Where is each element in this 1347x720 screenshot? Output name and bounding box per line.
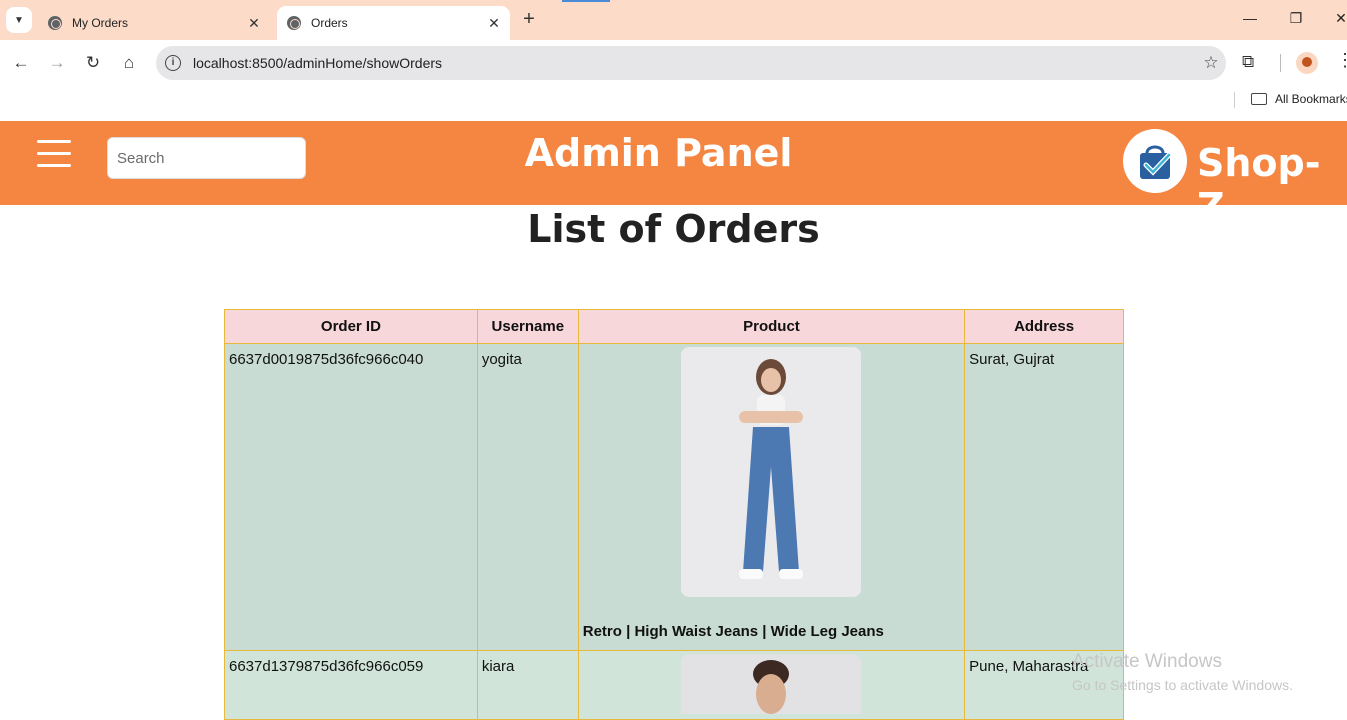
tab-progress-indicator — [562, 0, 610, 2]
chevron-down-icon: ▼ — [14, 14, 24, 26]
table-header-row: Order ID Username Product Address — [224, 309, 1124, 344]
url-text[interactable]: localhost:8500/adminHome/showOrders — [193, 55, 1196, 71]
product-image — [681, 347, 862, 597]
reload-icon[interactable]: ↻ — [81, 52, 105, 74]
page-title: List of Orders — [527, 207, 820, 251]
close-window-icon[interactable]: ✕ — [1331, 10, 1347, 27]
close-icon[interactable]: ✕ — [244, 15, 264, 32]
product-cell — [577, 650, 966, 720]
toolbar-divider — [1280, 54, 1281, 72]
table-row: 6637d0019875d36fc966c040 yogita Retro | … — [224, 343, 1124, 651]
tab-orders[interactable]: Orders ✕ — [277, 6, 510, 40]
extensions-icon[interactable]: ⧉ — [1242, 52, 1254, 72]
profile-avatar[interactable] — [1296, 52, 1318, 74]
back-icon[interactable]: ← — [9, 52, 33, 74]
restore-icon[interactable]: ❐ — [1286, 10, 1306, 27]
bookmarks-divider — [1234, 92, 1235, 108]
forward-icon[interactable]: → — [45, 52, 69, 74]
column-header-order-id: Order ID — [224, 309, 478, 344]
new-tab-button[interactable]: + — [518, 8, 540, 32]
activation-watermark-text: Go to Settings to activate Windows. — [1072, 677, 1293, 693]
username-cell: yogita — [476, 343, 579, 651]
activation-watermark-title: Activate Windows — [1072, 651, 1222, 672]
site-info-icon[interactable]: i — [165, 55, 181, 71]
bookmark-star-icon[interactable]: ☆ — [1196, 53, 1226, 73]
column-header-address: Address — [964, 309, 1124, 344]
globe-icon — [287, 16, 301, 30]
header-title: Admin Panel — [524, 131, 793, 175]
minimize-icon[interactable]: — — [1240, 10, 1260, 26]
tab-label: My Orders — [72, 16, 129, 30]
column-header-username: Username — [476, 309, 579, 344]
globe-icon — [48, 16, 62, 30]
folder-icon — [1251, 93, 1267, 105]
bookmarks-bar — [0, 86, 1347, 116]
tab-my-orders[interactable]: My Orders ✕ — [38, 6, 270, 40]
menu-kebab-icon[interactable]: ⋮ — [1336, 50, 1347, 71]
close-icon[interactable]: ✕ — [484, 15, 504, 32]
username-cell: kiara — [476, 650, 579, 720]
order-id-cell: 6637d1379875d36fc966c059 — [224, 650, 478, 720]
tab-search-button[interactable]: ▼ — [6, 7, 32, 33]
address-cell: Surat, Gujrat — [964, 343, 1124, 651]
shop-bag-logo-icon[interactable] — [1123, 129, 1187, 193]
home-icon[interactable]: ⌂ — [117, 52, 141, 74]
product-name[interactable]: Retro | High Waist Jeans | Wide Leg Jean… — [583, 623, 960, 640]
product-image — [681, 654, 862, 714]
product-cell: Retro | High Waist Jeans | Wide Leg Jean… — [577, 343, 966, 651]
table-row: 6637d1379875d36fc966c059 kiara Pune, Mah… — [224, 650, 1124, 720]
all-bookmarks-link[interactable]: All Bookmarks — [1275, 92, 1347, 106]
order-id-cell: 6637d0019875d36fc966c040 — [224, 343, 478, 651]
address-bar[interactable]: i localhost:8500/adminHome/showOrders ☆ — [156, 46, 1226, 80]
column-header-product: Product — [577, 309, 966, 344]
tab-label: Orders — [311, 16, 348, 30]
orders-table: Order ID Username Product Address 6637d0… — [224, 309, 1124, 720]
